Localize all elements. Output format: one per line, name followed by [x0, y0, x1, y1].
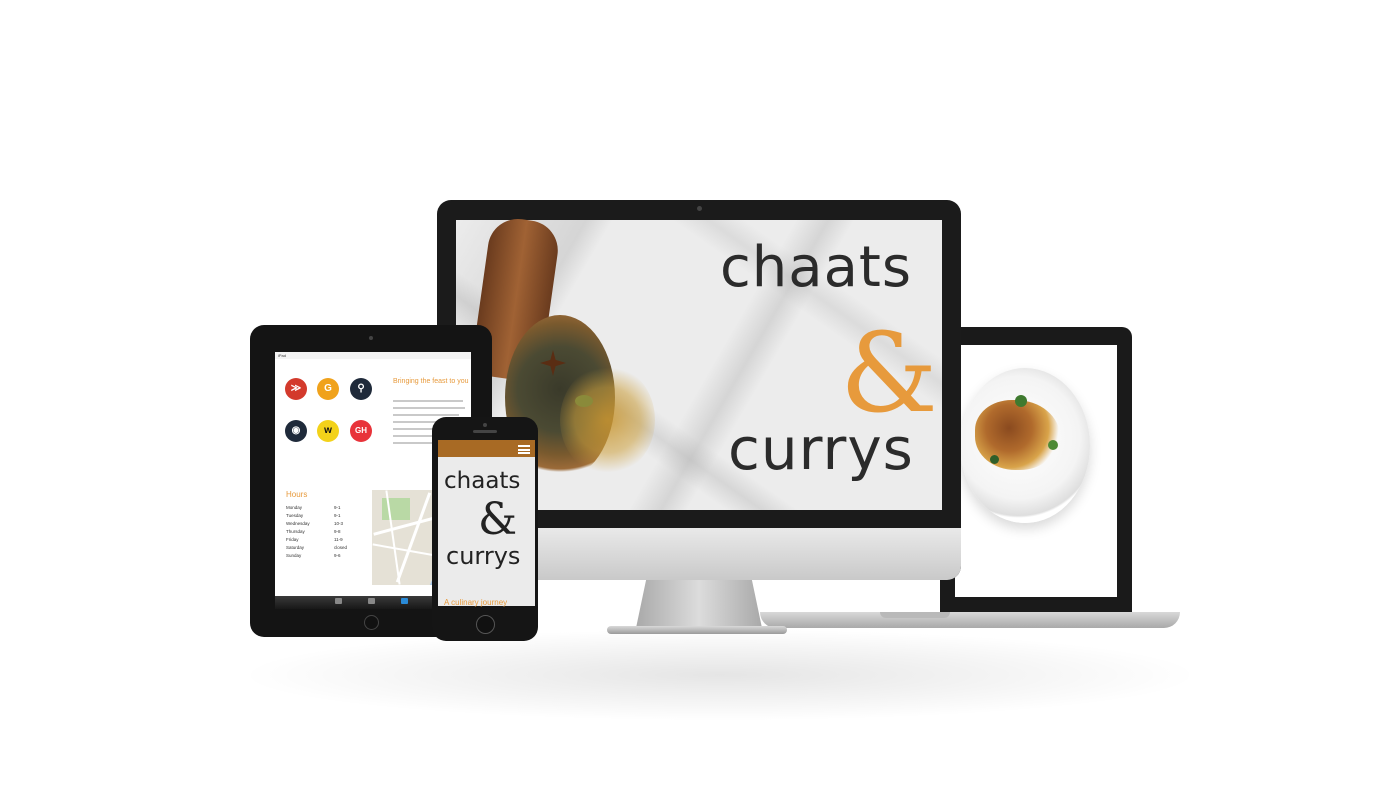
- toolbar-tab-2[interactable]: [361, 598, 381, 605]
- hamburger-menu-icon[interactable]: [518, 445, 530, 454]
- phone-logo-ampersand: &: [478, 494, 518, 545]
- tablet-home-button[interactable]: [364, 615, 379, 630]
- phone-home-button[interactable]: [476, 615, 495, 634]
- text-line: [393, 407, 465, 409]
- hours-day: Friday: [286, 537, 299, 542]
- g-logo-icon: G: [324, 383, 332, 394]
- hours-day: Saturday: [286, 545, 305, 550]
- hours-day: Monday: [286, 505, 303, 510]
- hours-day: Tuesday: [286, 513, 304, 518]
- delivery-partner-2[interactable]: G: [317, 378, 339, 400]
- camera-icon: [369, 336, 373, 340]
- logo-ampersand: &: [840, 309, 938, 437]
- camera-icon: [483, 423, 487, 427]
- phone-subheading: A culinary journey: [444, 598, 508, 607]
- imac-stand-foot: [607, 626, 787, 634]
- hours-day: Wednesday: [286, 521, 310, 526]
- hours-time: 9-8: [334, 529, 341, 534]
- logo-word-currys: currys: [728, 415, 914, 483]
- floor-shadow: [250, 630, 1190, 720]
- herb-garnish: [990, 455, 999, 464]
- hours-day: Sunday: [286, 553, 302, 558]
- laptop-base: [760, 612, 1180, 628]
- hours-time: closed: [334, 545, 348, 550]
- delivery-partner-1[interactable]: ≫: [285, 378, 307, 400]
- laptop-notch: [880, 612, 950, 618]
- herb-garnish: [1048, 440, 1058, 450]
- toolbar-tab-3[interactable]: [394, 598, 414, 605]
- gh-logo-icon: GH: [355, 426, 367, 435]
- delivery-partner-3[interactable]: ⚲: [350, 378, 372, 400]
- phone-icon: [367, 598, 375, 604]
- hours-time: 9-1: [334, 513, 341, 518]
- hours-time: 9-1: [334, 505, 341, 510]
- status-carrier: iPad: [278, 353, 287, 358]
- tablet-section-heading: Bringing the feast to you: [393, 378, 469, 385]
- hours-title: Hours: [286, 490, 308, 499]
- pin-logo-icon: ◉: [291, 425, 301, 436]
- hours-day: Thursday: [286, 529, 305, 534]
- delivery-partner-4[interactable]: ◉: [285, 420, 307, 442]
- delivery-wing-icon: ≫: [290, 383, 302, 394]
- spice-powder-image: [560, 365, 655, 475]
- cyclist-icon: ⚲: [357, 383, 365, 394]
- w-logo-icon: w: [324, 425, 332, 436]
- tablet-icon: [400, 598, 408, 604]
- phone-speaker: [473, 430, 497, 433]
- hours-time: 10-3: [334, 521, 344, 526]
- toolbar-tab-1[interactable]: [328, 598, 348, 605]
- delivery-partner-5[interactable]: w: [317, 420, 339, 442]
- phone-logo-word-currys: currys: [446, 542, 521, 570]
- herb-garnish: [1015, 395, 1027, 407]
- gamepad-icon: [334, 598, 342, 604]
- tablet-status-bar: iPad: [275, 352, 471, 359]
- food-image: [975, 400, 1060, 470]
- text-line: [393, 400, 463, 402]
- text-line: [393, 414, 459, 416]
- hours-time: 9-6: [334, 553, 341, 558]
- hours-time: 11-9: [334, 537, 343, 542]
- cardamom-image: [575, 395, 593, 407]
- phone-logo-word-chaats: chaats: [444, 468, 521, 494]
- logo-word-chaats: chaats: [720, 235, 913, 300]
- delivery-partner-6[interactable]: GH: [350, 420, 372, 442]
- camera-icon: [697, 206, 702, 211]
- imac-stand: [636, 580, 762, 628]
